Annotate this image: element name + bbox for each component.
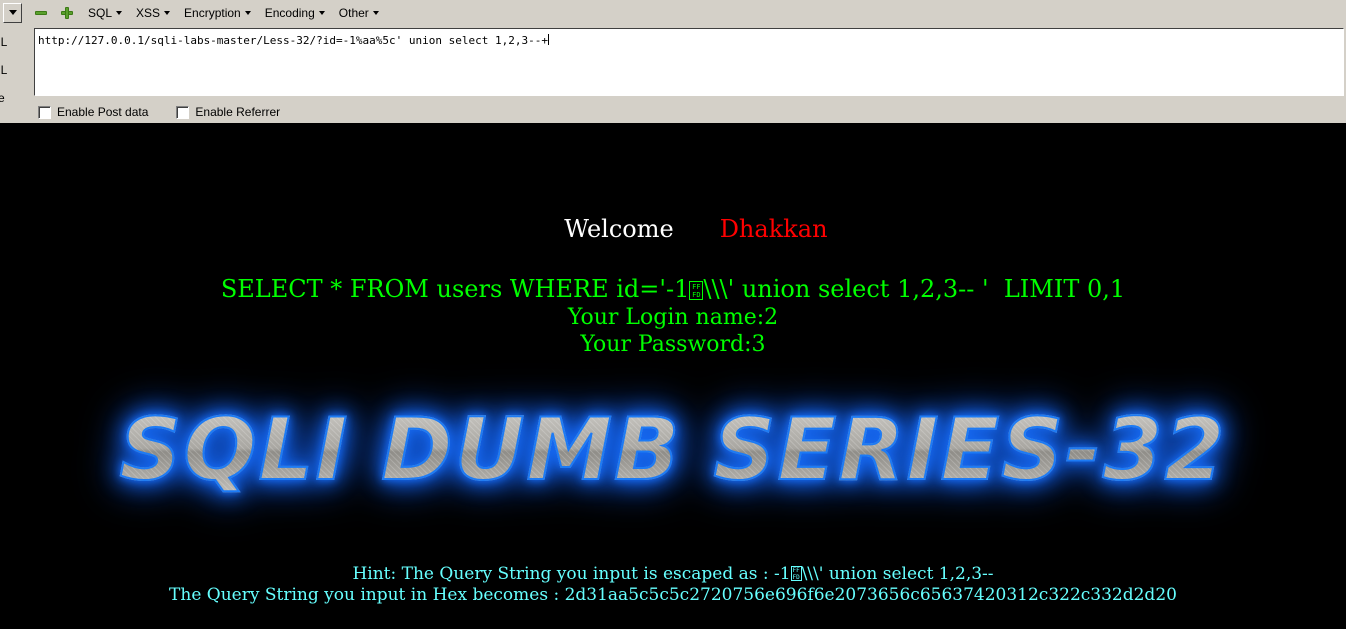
url-input[interactable]: http://127.0.0.1/sqli-labs-master/Less-3…: [34, 28, 1344, 96]
replacement-char-icon: FF FD: [689, 281, 704, 300]
password-line: Your Password:3: [580, 332, 766, 357]
checkbox-box[interactable]: [38, 105, 51, 119]
hint-hex-value: 2d31aa5c5c5c2720756e696f6e2073656c656374…: [564, 585, 1177, 605]
result-block: Welcome Dhakkan SELECT * FROM users WHERE…: [0, 124, 1346, 358]
sql-query-line: SELECT * FROM users WHERE id='-1 FF FD \\\'…: [0, 274, 1346, 304]
menu-sql-label: SQL: [88, 5, 113, 20]
menu-other[interactable]: Other: [331, 4, 385, 22]
minus-icon[interactable]: [33, 5, 49, 21]
chevron-down-icon: [244, 11, 251, 16]
chevron-down-icon: [164, 11, 171, 16]
plus-icon[interactable]: [59, 5, 75, 21]
replacement-bottom: FD: [792, 573, 800, 581]
enable-referrer-checkbox[interactable]: Enable Referrer: [176, 105, 280, 119]
page-content: Welcome Dhakkan SELECT * FROM users WHERE…: [0, 124, 1346, 629]
checkbox-box[interactable]: [176, 105, 190, 119]
menu-encryption-label: Encryption: [184, 5, 241, 20]
enable-referrer-label: Enable Referrer: [195, 105, 281, 119]
browser-chrome: SQL XSS Encryption Encoding Other RL RL …: [0, 0, 1346, 124]
hint-hex-line: The Query String you input in Hex become…: [0, 585, 1346, 606]
side-label-url-2: RL: [0, 63, 8, 77]
welcome-line: Welcome Dhakkan: [0, 184, 1346, 274]
welcome-label: Welcome: [564, 215, 674, 243]
text-cursor: [547, 34, 549, 45]
sql-query-prefix: SELECT * FROM users WHERE id='-1: [220, 275, 690, 303]
hint-block: Hint: The Query String you input is esca…: [0, 564, 1346, 606]
address-side-labels: RL RL ce: [0, 25, 30, 114]
replacement-char-icon: FF FD: [790, 566, 802, 581]
options-row: Enable Post data Enable Referrer: [0, 101, 1346, 123]
menu-xss-label: XSS: [136, 5, 161, 20]
chevron-down-glyph: [8, 10, 17, 15]
hint-hex-label: The Query String you input in Hex become…: [169, 585, 565, 605]
banner-title: SQLI DUMB SERIES-32: [118, 399, 1227, 501]
chevron-down-icon: [318, 11, 325, 16]
hint-escaped-prefix: Hint: The Query String you input is esca…: [352, 564, 791, 584]
chevron-down-icon: [372, 11, 379, 16]
menu-other-label: Other: [338, 5, 369, 20]
menu-sql[interactable]: SQL: [80, 4, 128, 22]
menu-encryption[interactable]: Encryption: [176, 4, 257, 22]
menu-encoding[interactable]: Encoding: [257, 4, 331, 22]
sql-query-suffix: \\\' union select 1,2,3-- ' LIMIT 0,1: [703, 275, 1126, 303]
toolbar: SQL XSS Encryption Encoding Other: [0, 0, 1346, 25]
replacement-top: FF: [692, 283, 701, 291]
chevron-down-icon: [116, 11, 123, 16]
replacement-bottom: FD: [692, 291, 701, 299]
hint-escaped-line: Hint: The Query String you input is esca…: [0, 564, 1346, 585]
address-panel: RL RL ce http://127.0.0.1/sqli-labs-mast…: [0, 25, 1346, 105]
url-input-value: http://127.0.0.1/sqli-labs-master/Less-3…: [38, 34, 548, 47]
menu-xss[interactable]: XSS: [128, 4, 176, 22]
side-label-url: RL: [0, 35, 8, 49]
login-name-line: Your Login name:2: [567, 305, 779, 330]
menu-encoding-label: Encoding: [264, 5, 315, 20]
hint-escaped-suffix: \\\' union select 1,2,3--: [801, 564, 994, 584]
enable-post-data-checkbox[interactable]: Enable Post data: [38, 105, 148, 119]
side-label-source: ce: [0, 91, 5, 105]
chevron-down-icon[interactable]: [3, 2, 22, 23]
enable-post-data-label: Enable Post data: [57, 105, 149, 119]
banner: SQLI DUMB SERIES-32: [0, 399, 1346, 510]
welcome-name: Dhakkan: [719, 215, 828, 243]
